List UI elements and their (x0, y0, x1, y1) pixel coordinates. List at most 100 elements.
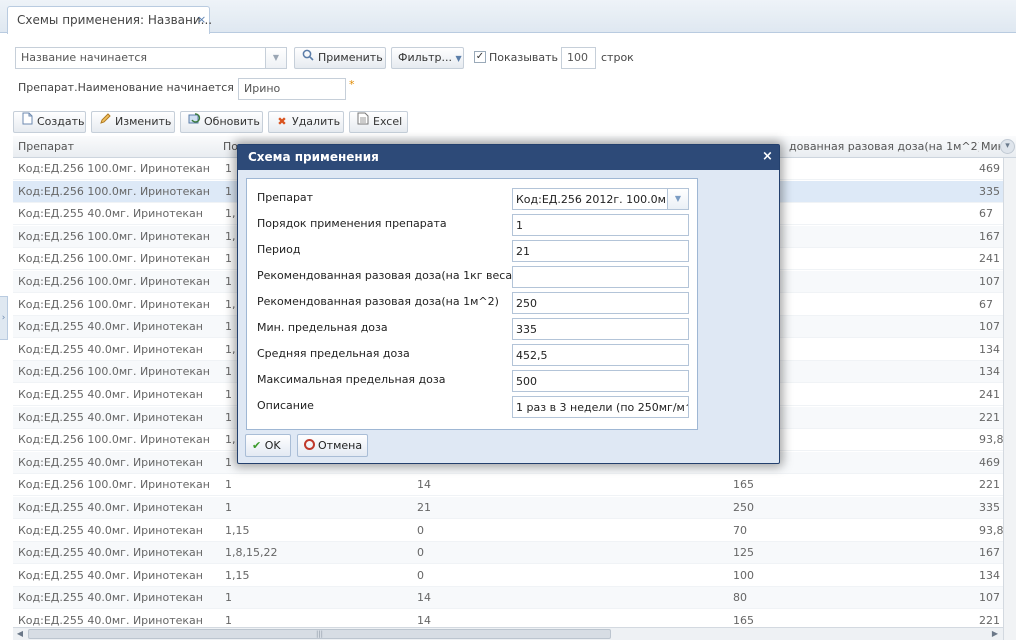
create-button[interactable]: Создать (13, 111, 86, 133)
tab-bar: Схемы применения: Названи... × (0, 0, 1016, 34)
chevron-down-icon[interactable]: ▼ (265, 47, 287, 69)
table-row[interactable]: Код:ЕД.255 40.0мг. Иринотекан 1 14 165 221 (13, 610, 1016, 628)
pencil-icon (98, 112, 112, 132)
table-cell: 21 (417, 501, 431, 514)
table-cell: Код:ЕД.255 40.0мг. Иринотекан (18, 501, 203, 514)
order-input[interactable]: 1 (512, 214, 689, 236)
cancel-button-label: Отмена (318, 439, 363, 452)
excel-button[interactable]: Excel (349, 111, 408, 133)
max-dose-label: Максимальная предельная доза (257, 373, 446, 386)
description-label: Описание (257, 399, 314, 412)
delete-x-icon: ✖ (277, 115, 287, 128)
avg-dose-input[interactable]: 452,5 (512, 344, 689, 366)
ok-button-label: OK (264, 439, 281, 452)
max-dose-input[interactable]: 500 (512, 370, 689, 392)
excel-icon (356, 112, 370, 132)
document-icon (20, 112, 34, 132)
table-cell: Код:ЕД.255 40.0мг. Иринотекан (18, 614, 203, 627)
dialog-close-icon[interactable]: × (762, 149, 773, 164)
table-cell: Код:ЕД.255 40.0мг. Иринотекан (18, 388, 203, 401)
chevron-down-icon: ▼ (455, 54, 462, 63)
column-header-min[interactable]: Мин (981, 140, 1001, 153)
column-menu-icon[interactable]: ▾ (1000, 139, 1015, 154)
tab-close-icon[interactable]: × (197, 13, 206, 26)
required-mark: * (349, 78, 355, 91)
table-cell: Код:ЕД.255 40.0мг. Иринотекан (18, 207, 203, 220)
edit-button-label: Изменить (115, 115, 172, 128)
chevron-down-icon[interactable]: ▼ (667, 188, 689, 210)
table-cell: Код:ЕД.255 40.0мг. Иринотекан (18, 320, 203, 333)
table-cell: Код:ЕД.256 100.0мг. Иринотекан (18, 275, 210, 288)
vertical-scrollbar[interactable] (1003, 158, 1016, 640)
rows-count-input[interactable]: 100 (561, 47, 596, 69)
table-cell: Код:ЕД.255 40.0мг. Иринотекан (18, 524, 203, 537)
table-cell: 165 (733, 614, 754, 627)
order-label: Порядок применения препарата (257, 217, 447, 230)
collapse-panel-handle[interactable]: › (0, 296, 8, 340)
edit-button[interactable]: Изменить (91, 111, 175, 133)
apply-button-label: Применить (318, 51, 383, 64)
table-row[interactable]: Код:ЕД.255 40.0мг. Иринотекан 1,8,15,22 0 1… (13, 542, 1016, 564)
table-cell: 0 (417, 524, 424, 537)
table-row[interactable]: Код:ЕД.255 40.0мг. Иринотекан 1 14 80 107 (13, 587, 1016, 609)
drug-select[interactable]: Код:ЕД.256 2012г. 100.0мг. (512, 188, 669, 210)
dose-per-kg-input[interactable] (512, 266, 689, 288)
table-row[interactable]: Код:ЕД.255 40.0мг. Иринотекан 1,15 0 70 93,8 (13, 520, 1016, 542)
table-cell: 14 (417, 614, 431, 627)
tab-schemes[interactable]: Схемы применения: Названи... × (7, 6, 213, 34)
scroll-right-icon[interactable]: ▶ (989, 628, 1001, 640)
min-dose-input[interactable]: 335 (512, 318, 689, 340)
table-cell: 80 (733, 591, 747, 604)
search-icon (301, 48, 315, 68)
table-cell: 100 (733, 569, 754, 582)
column-header-drug[interactable]: Препарат (18, 140, 218, 153)
show-rows-checkbox[interactable]: ✓ (474, 51, 486, 63)
table-cell: Код:ЕД.256 100.0мг. Иринотекан (18, 298, 210, 311)
table-cell: 125 (733, 546, 754, 559)
table-cell: 1 (225, 614, 232, 627)
table-row[interactable]: Код:ЕД.256 100.0мг. Иринотекан 1 14 165 221 (13, 474, 1016, 496)
description-input[interactable]: 1 раз в 3 недели (по 250мг/м^2 (512, 396, 689, 418)
filter-field-select[interactable]: Название начинается (15, 47, 266, 69)
table-cell: 1,15 (225, 569, 250, 582)
table-cell: 1 (225, 478, 232, 491)
scroll-left-icon[interactable]: ◀ (14, 628, 26, 640)
ok-button[interactable]: ✔ OK (245, 434, 291, 457)
table-cell: 250 (733, 501, 754, 514)
table-cell: Код:ЕД.256 100.0мг. Иринотекан (18, 365, 210, 378)
dose-per-m2-label: Рекомендованная разовая доза(на 1м^2) (257, 295, 499, 308)
table-cell: Код:ЕД.255 40.0мг. Иринотекан (18, 411, 203, 424)
table-cell: 0 (417, 569, 424, 582)
scroll-thumb[interactable]: ||| (28, 629, 611, 639)
table-cell: Код:ЕД.256 100.0мг. Иринотекан (18, 185, 210, 198)
show-rows-label: Показывать (489, 51, 559, 64)
table-cell: Код:ЕД.255 40.0мг. Иринотекан (18, 343, 203, 356)
table-cell: Код:ЕД.256 100.0мг. Иринотекан (18, 230, 210, 243)
table-row[interactable]: Код:ЕД.255 40.0мг. Иринотекан 1 21 250 335 (13, 497, 1016, 519)
horizontal-scrollbar[interactable]: ◀ ||| ▶ (13, 627, 1003, 640)
filter-menu-button[interactable]: Фильтр... ▼ (391, 47, 464, 69)
table-cell: Код:ЕД.255 40.0мг. Иринотекан (18, 546, 203, 559)
table-row[interactable]: Код:ЕД.255 40.0мг. Иринотекан 1,15 0 100 134 (13, 565, 1016, 587)
cancel-button[interactable]: Отмена (297, 434, 368, 457)
rows-suffix-label: строк (601, 51, 634, 64)
table-cell: 165 (733, 478, 754, 491)
table-cell: 0 (417, 546, 424, 559)
condition-value-input[interactable]: Ирино (238, 78, 346, 100)
table-cell: Код:ЕД.256 100.0мг. Иринотекан (18, 252, 210, 265)
column-header-dose-m2[interactable]: дованная разовая доза(на 1м^2) (789, 140, 979, 153)
dose-per-kg-label: Рекомендованная разовая доза(на 1кг веса… (257, 269, 517, 282)
dose-per-m2-input[interactable]: 250 (512, 292, 689, 314)
delete-button[interactable]: ✖ Удалить (268, 111, 344, 133)
excel-button-label: Excel (373, 115, 403, 128)
refresh-button[interactable]: Обновить (180, 111, 263, 133)
table-cell: 14 (417, 591, 431, 604)
tab-title: Схемы применения: Названи... (17, 13, 213, 27)
check-icon: ✔ (252, 439, 262, 452)
table-cell: 1 (225, 501, 232, 514)
table-cell: Код:ЕД.255 40.0мг. Иринотекан (18, 591, 203, 604)
period-label: Период (257, 243, 301, 256)
apply-button[interactable]: Применить (294, 47, 386, 69)
table-cell: Код:ЕД.256 100.0мг. Иринотекан (18, 433, 210, 446)
period-input[interactable]: 21 (512, 240, 689, 262)
